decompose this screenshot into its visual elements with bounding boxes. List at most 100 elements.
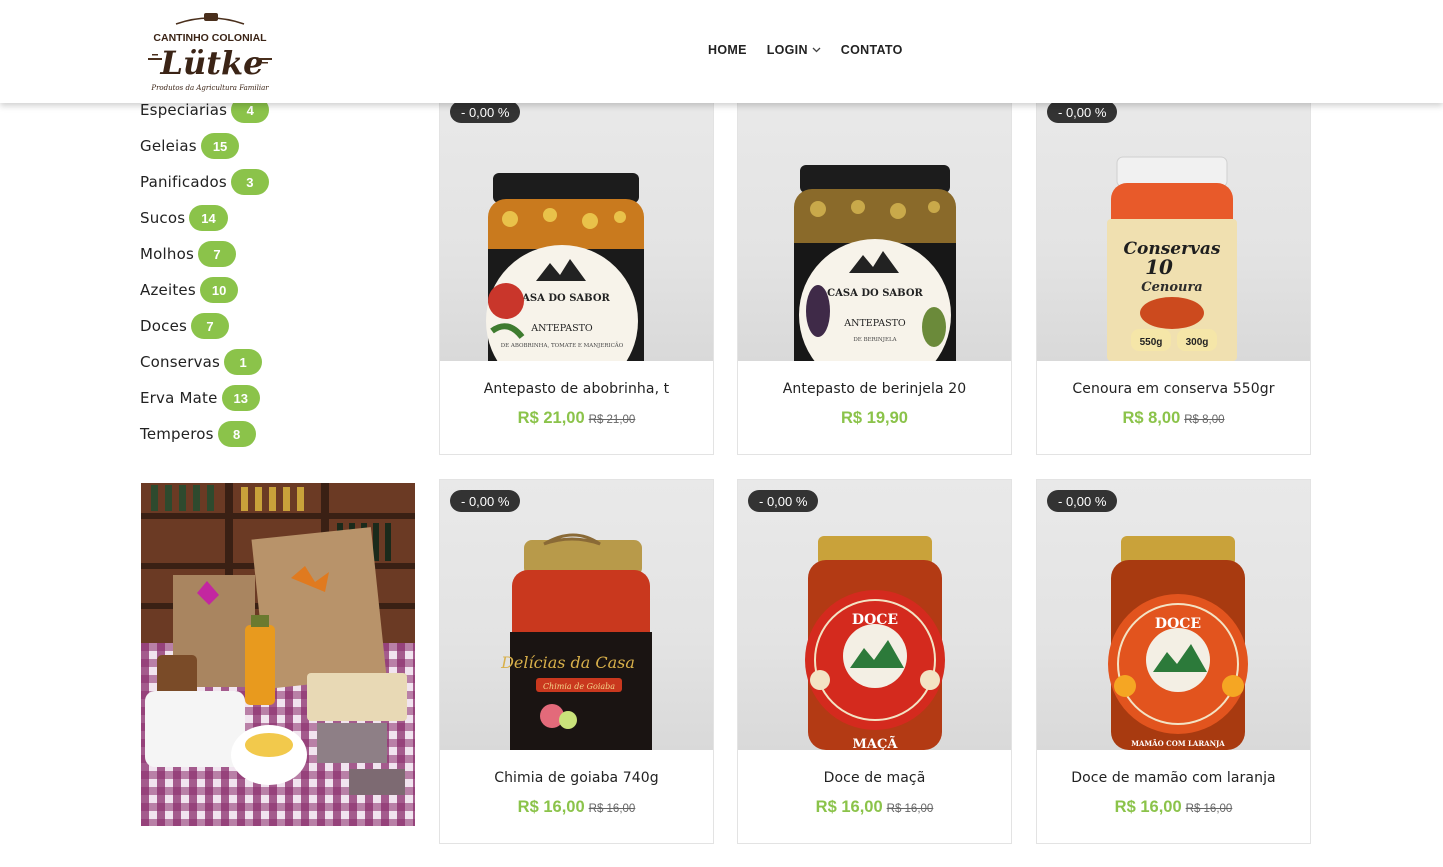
category-item[interactable]: Doces 7 — [140, 308, 269, 344]
product-price: R$ 16,00 — [815, 798, 883, 816]
category-name: Especiarias — [140, 101, 228, 119]
category-count-badge: 7 — [191, 313, 230, 339]
product-info: Doce de mamão com laranja R$ 16,00 R$ 16… — [1037, 750, 1310, 843]
product-price: R$ 8,00 — [1122, 409, 1181, 427]
category-item[interactable]: Geleias 15 — [140, 128, 269, 164]
product-name[interactable]: Cenoura em conserva 550gr — [1037, 381, 1310, 397]
product-image[interactable]: - 0,00 % CASA DO SABOR ANTEPASTO DE ABOB… — [440, 91, 713, 361]
logo-name: Lütke — [159, 44, 263, 82]
product-info: Chimia de goiaba 740g R$ 16,00 R$ 16,00 — [440, 750, 713, 843]
category-name: Panificados — [140, 173, 227, 191]
product-price: R$ 19,90 — [841, 409, 908, 427]
site-logo[interactable]: CANTINHO COLONIAL Lütke Produtos da Agri… — [146, 10, 274, 96]
product-prices: R$ 21,00 R$ 21,00 — [440, 409, 713, 428]
category-name: Erva Mate — [140, 389, 218, 407]
product-image[interactable]: - 0,00 % DOCE MAÇÃ — [738, 480, 1011, 750]
gift-basket-photo — [141, 483, 415, 826]
svg-text:DE BERINJELA: DE BERINJELA — [853, 337, 897, 343]
nav-login[interactable]: LOGIN — [767, 43, 821, 57]
category-item[interactable]: Sucos 14 — [140, 200, 269, 236]
product-prices: R$ 16,00 R$ 16,00 — [738, 798, 1011, 817]
product-card[interactable]: - 0,00 % Delícias da Casa Chimia de Goia… — [439, 479, 714, 844]
product-old-price: R$ 21,00 — [588, 414, 636, 426]
svg-text:DE ABOBRINHA, TOMATE E MANJERI: DE ABOBRINHA, TOMATE E MANJERICÃO — [501, 341, 624, 349]
main-nav: HOME LOGIN CONTATO — [708, 43, 923, 57]
jar-cenoura-conserva: Conservas 10 Cenoura 550g 300g — [1107, 156, 1237, 361]
jar-doce-maca: DOCE MAÇÃ — [805, 536, 945, 750]
product-card[interactable]: - 0,00 % CASA DO SABOR ANTEPASTO DE ABOB… — [439, 90, 714, 455]
svg-text:DOCE: DOCE — [1155, 616, 1201, 632]
product-card[interactable]: - 0,00 % DOCE MAMÃO COM LARANJA Doce de … — [1036, 479, 1311, 844]
product-prices: R$ 16,00 R$ 16,00 — [440, 798, 713, 817]
category-name: Conservas — [140, 353, 221, 371]
category-list: Especiarias 4 Geleias 15 Panificados 3 Suco… — [140, 92, 270, 452]
logo-graphic: CANTINHO COLONIAL Lütke Produtos da Agri… — [148, 13, 272, 92]
category-count-badge: 15 — [200, 133, 240, 159]
product-prices: R$ 19,90 — [738, 409, 1011, 428]
product-old-price: R$ 16,00 — [1185, 803, 1233, 815]
promo-banner-image[interactable] — [141, 483, 415, 826]
logo-tagline: Produtos da Agricultura Familiar — [150, 84, 269, 92]
product-price: R$ 16,00 — [1114, 798, 1182, 816]
svg-text:MAMÃO COM LARANJA: MAMÃO COM LARANJA — [1131, 739, 1225, 748]
product-prices: R$ 16,00 R$ 16,00 — [1037, 798, 1310, 817]
product-image[interactable]: CASA DO SABOR ANTEPASTO DE BERINJELA — [738, 91, 1011, 361]
nav-home[interactable]: HOME — [708, 43, 747, 57]
svg-text:CASA DO SABOR: CASA DO SABOR — [514, 293, 610, 304]
category-item[interactable]: Molhos 7 — [140, 236, 269, 272]
jar-chimia-goiaba: Delícias da Casa Chimia de Goiaba — [500, 533, 652, 750]
nav-contato-label: CONTATO — [840, 43, 903, 57]
product-info: Doce de maçã R$ 16,00 R$ 16,00 — [738, 750, 1011, 843]
category-name: Molhos — [140, 245, 194, 263]
product-image[interactable]: - 0,00 % Delícias da Casa Chimia de Goia… — [440, 480, 713, 750]
product-name[interactable]: Antepasto de abobrinha, t — [440, 381, 713, 397]
category-name: Sucos — [140, 209, 186, 227]
jar-doce-mamao-laranja: DOCE MAMÃO COM LARANJA — [1108, 536, 1248, 750]
discount-badge: - 0,00 % — [748, 490, 819, 512]
category-item[interactable]: Conservas 1 — [140, 344, 269, 380]
product-card[interactable]: - 0,00 % DOCE MAÇÃ Doce de maçã R$ 16,00… — [737, 479, 1012, 844]
category-item[interactable]: Temperos 8 — [140, 416, 269, 452]
product-card[interactable]: - 0,00 % Conservas 10 Cenoura 550g 300g … — [1036, 90, 1311, 455]
nav-contato[interactable]: CONTATO — [841, 43, 903, 57]
svg-text:300g: 300g — [1186, 337, 1209, 348]
product-old-price: R$ 8,00 — [1184, 414, 1225, 426]
product-card[interactable]: CASA DO SABOR ANTEPASTO DE BERINJELA Ant… — [737, 90, 1012, 455]
site-header: CANTINHO COLONIAL Lütke Produtos da Agri… — [0, 0, 1443, 103]
category-name: Geleias — [140, 137, 197, 155]
svg-text:CASA DO SABOR: CASA DO SABOR — [827, 288, 923, 299]
category-count-badge: 14 — [189, 205, 228, 231]
jar-antepasto-abobrinha: CASA DO SABOR ANTEPASTO DE ABOBRINHA, TO… — [486, 173, 644, 361]
product-image[interactable]: - 0,00 % Conservas 10 Cenoura 550g 300g — [1037, 91, 1310, 361]
category-name: Temperos — [140, 425, 214, 443]
discount-badge: - 0,00 % — [450, 490, 521, 512]
product-info: Antepasto de abobrinha, t R$ 21,00 R$ 21… — [440, 361, 713, 454]
product-info: Antepasto de berinjela 20 R$ 19,90 — [738, 361, 1011, 454]
category-item[interactable]: Panificados 3 — [140, 164, 269, 200]
product-image[interactable]: - 0,00 % DOCE MAMÃO COM LARANJA — [1037, 480, 1310, 750]
category-name: Azeites — [140, 281, 196, 299]
category-count-badge: 7 — [198, 241, 236, 267]
svg-text:Cenoura: Cenoura — [1141, 280, 1202, 295]
category-count-badge: 8 — [217, 421, 256, 447]
svg-text:10: 10 — [1145, 255, 1173, 279]
product-name[interactable]: Antepasto de berinjela 20 — [738, 381, 1011, 397]
category-item[interactable]: Erva Mate 13 — [140, 380, 269, 416]
category-item[interactable]: Azeites 10 — [140, 272, 269, 308]
nav-home-label: HOME — [708, 43, 747, 57]
chevron-down-icon — [812, 47, 821, 53]
svg-text:Chimia de Goiaba: Chimia de Goiaba — [543, 682, 615, 691]
product-name[interactable]: Chimia de goiaba 740g — [440, 770, 713, 786]
product-price: R$ 21,00 — [517, 409, 585, 427]
svg-text:550g: 550g — [1140, 337, 1163, 348]
category-count-badge: 13 — [221, 385, 260, 411]
category-name: Doces — [140, 317, 188, 335]
product-name[interactable]: Doce de maçã — [738, 770, 1011, 786]
svg-text:Delícias da Casa: Delícias da Casa — [500, 653, 635, 672]
svg-text:DOCE: DOCE — [852, 612, 898, 628]
svg-text:MAÇÃ: MAÇÃ — [853, 736, 899, 750]
product-name[interactable]: Doce de mamão com laranja — [1037, 770, 1310, 786]
product-prices: R$ 8,00 R$ 8,00 — [1037, 409, 1310, 428]
discount-badge: - 0,00 % — [450, 101, 521, 123]
discount-badge: - 0,00 % — [1047, 101, 1118, 123]
